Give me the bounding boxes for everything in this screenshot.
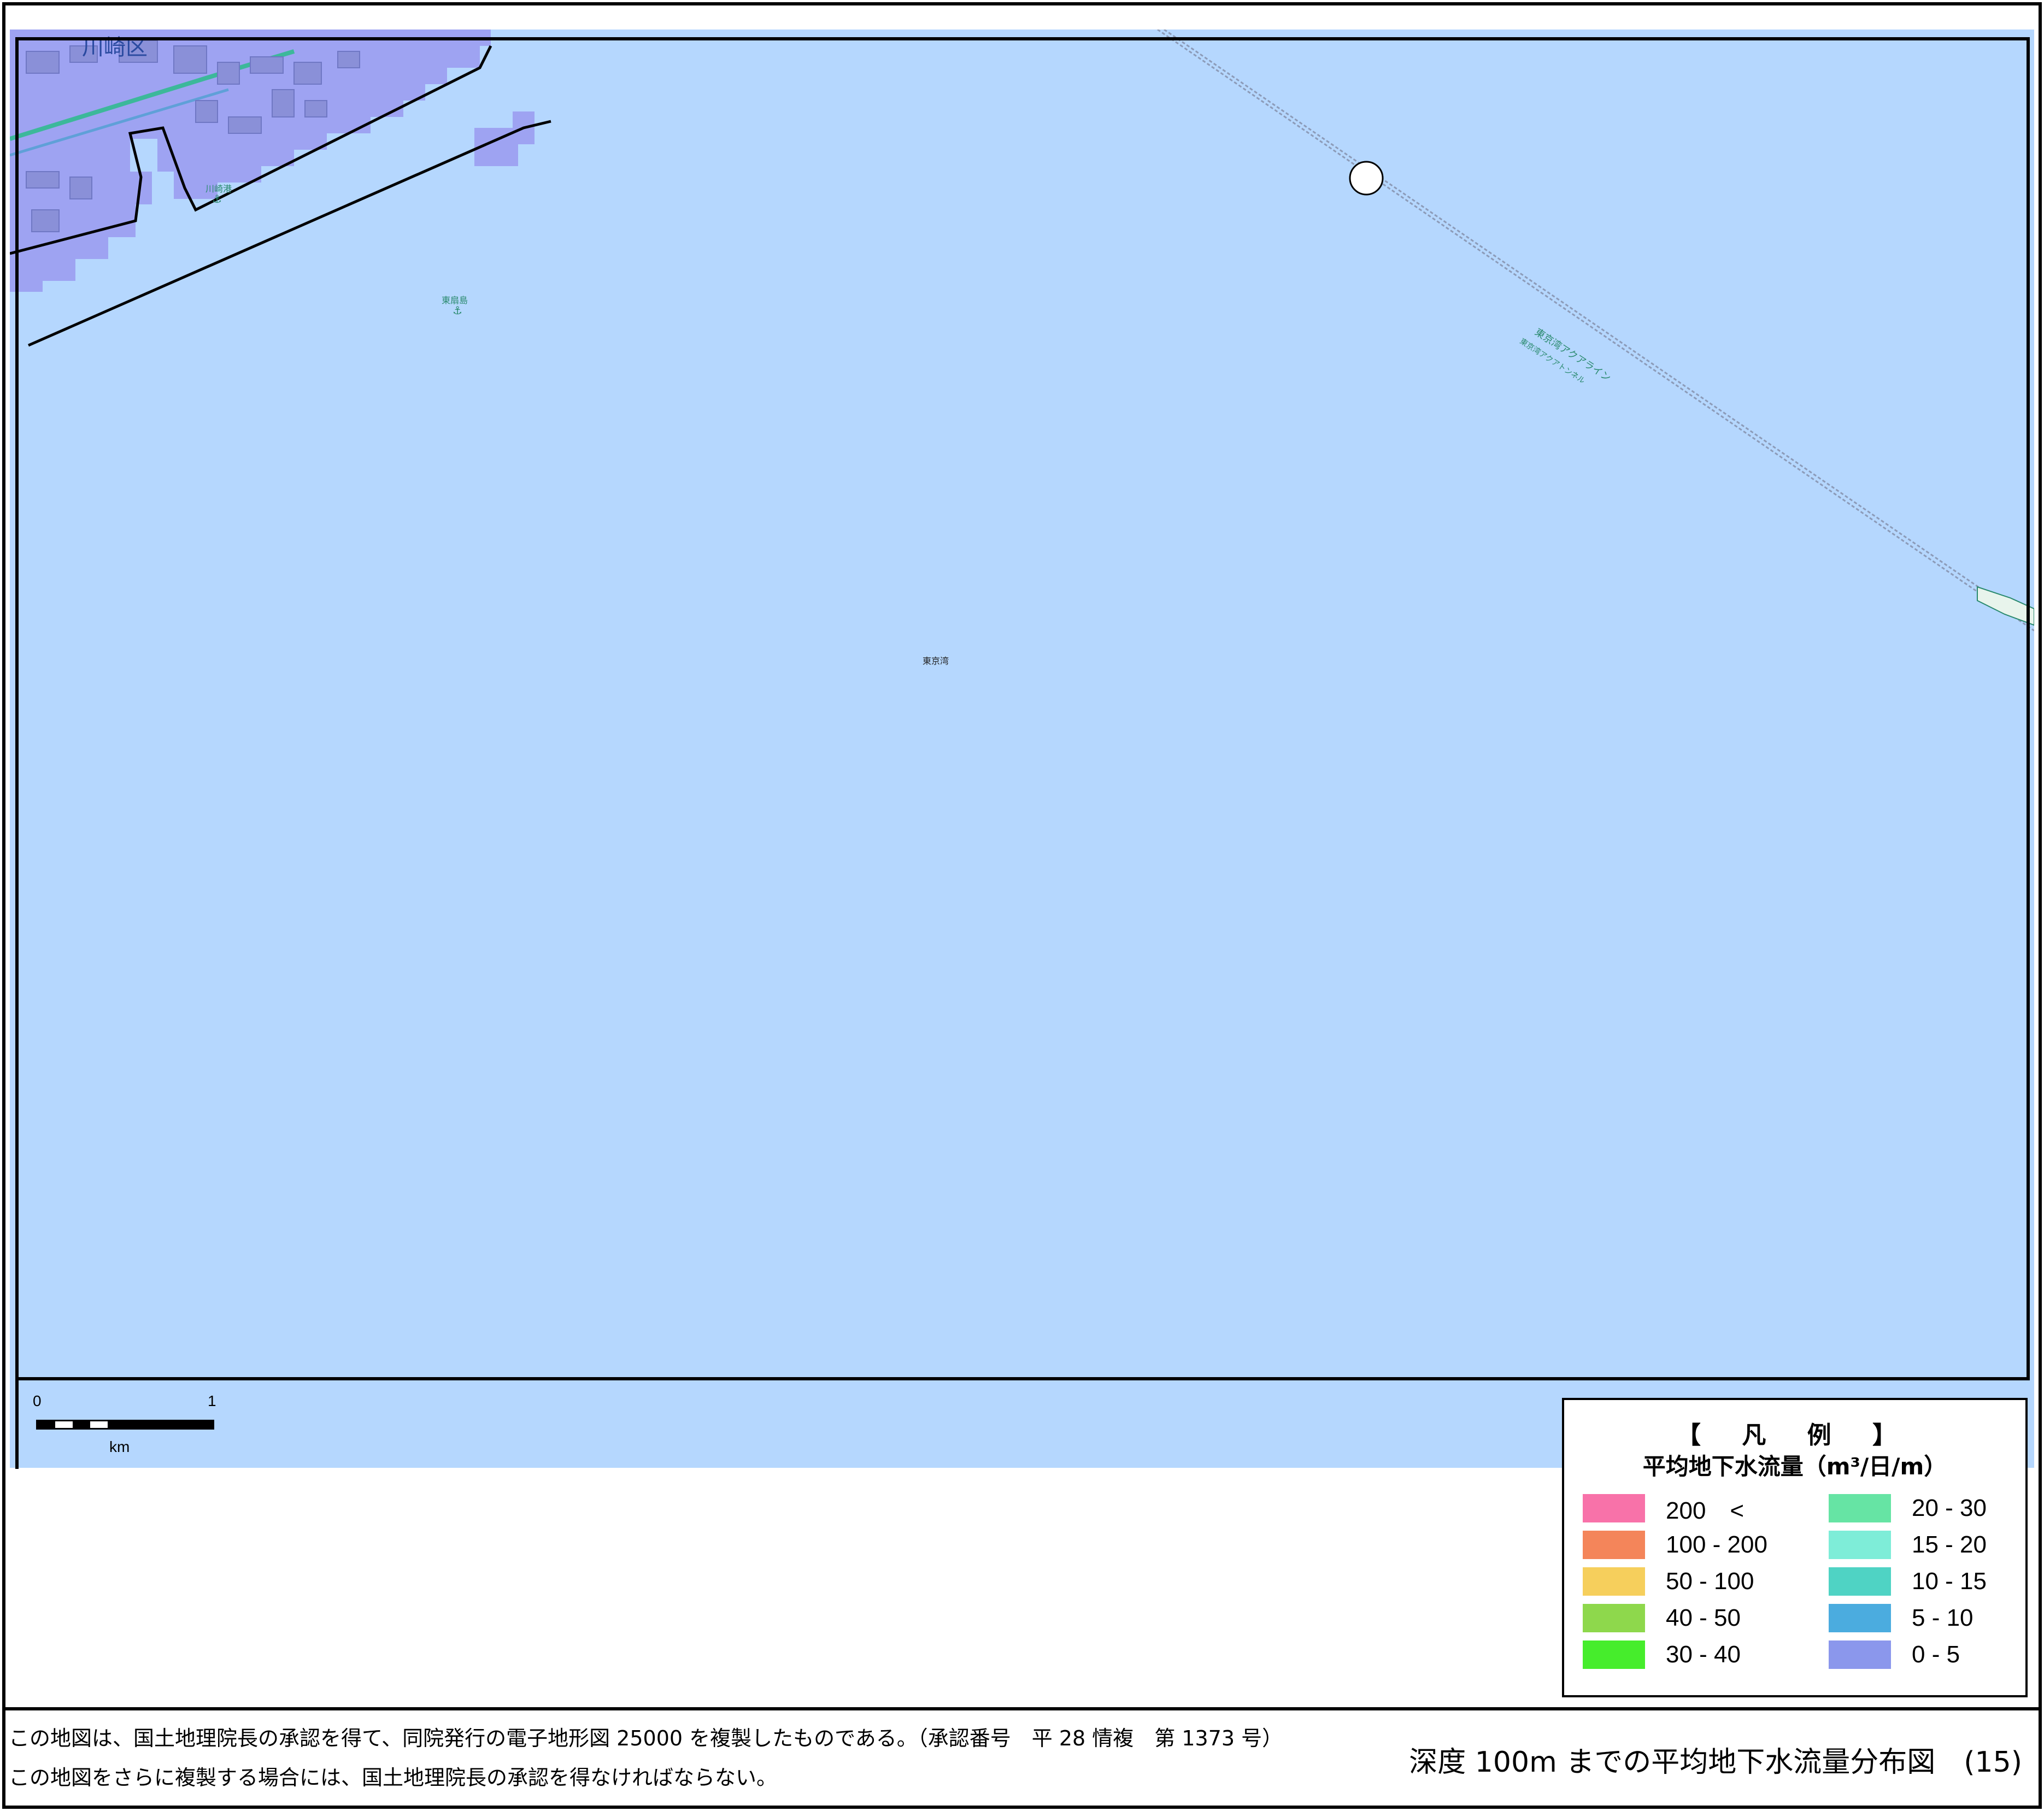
legend-item: 5 - 10 [1829, 1603, 1973, 1633]
legend-swatch [1583, 1567, 1645, 1596]
legend-subtitle: 平均地下水流量（m³/日/m） [1642, 1453, 1947, 1480]
legend-label: 40 - 50 [1666, 1604, 1741, 1631]
legend-item: 40 - 50 [1583, 1603, 1741, 1633]
legend-label: 50 - 100 [1666, 1568, 1754, 1595]
legend-item: 0 - 5 [1829, 1639, 1960, 1670]
legend-swatch [1583, 1494, 1645, 1522]
legend-swatch [1829, 1641, 1891, 1669]
legend-label: 15 - 20 [1912, 1531, 1987, 1558]
legend-item: 20 - 30 [1829, 1493, 1987, 1524]
legend-label: 5 - 10 [1912, 1604, 1973, 1631]
footer-divider [2, 1707, 2042, 1710]
legend-swatch [1583, 1641, 1645, 1669]
legend-item: 100 - 200 [1583, 1530, 1767, 1560]
legend-label: 200 < [1666, 1497, 1745, 1524]
neatline-extension [15, 1377, 19, 1469]
legend-label: 10 - 15 [1912, 1568, 1987, 1595]
scale-bar: 0 1 km [33, 1392, 219, 1463]
scale-zero-label: 0 [33, 1392, 42, 1409]
scale-ruler [36, 1420, 214, 1430]
legend-swatch [1583, 1531, 1645, 1559]
map-title: 深度 100m までの平均地下水流量分布図 (15) [1409, 1746, 2022, 1779]
legend-swatch [1829, 1531, 1891, 1559]
map-neatline [15, 37, 2030, 1380]
legend-label: 0 - 5 [1912, 1641, 1960, 1668]
legend-item: 50 - 100 [1583, 1566, 1754, 1597]
legend-item: 10 - 15 [1829, 1566, 1987, 1597]
scale-unit-label: km [109, 1438, 130, 1455]
legend-label: 30 - 40 [1666, 1641, 1741, 1668]
scale-one-label: 1 [208, 1392, 216, 1409]
legend-swatch [1583, 1604, 1645, 1632]
legend-item: 15 - 20 [1829, 1530, 1987, 1560]
copyright-note-2: この地図をさらに複製する場合には、国土地理院長の承認を得なければならない。 [9, 1766, 778, 1790]
legend-swatch [1829, 1604, 1891, 1632]
copyright-note-1: この地図は、国土地理院長の承認を得て、同院発行の電子地形図 25000 を複製し… [9, 1726, 1283, 1750]
legend-swatch [1829, 1567, 1891, 1596]
legend-item: 200 < [1583, 1493, 1744, 1524]
legend-label: 100 - 200 [1666, 1531, 1767, 1558]
legend-item: 30 - 40 [1583, 1639, 1741, 1670]
legend-title: 【 凡 例 】 [1677, 1421, 1913, 1449]
legend-label: 20 - 30 [1912, 1495, 1987, 1521]
legend-box: 【 凡 例 】 平均地下水流量（m³/日/m） 200 < 100 - 200 … [1562, 1398, 2028, 1697]
legend-swatch [1829, 1494, 1891, 1522]
